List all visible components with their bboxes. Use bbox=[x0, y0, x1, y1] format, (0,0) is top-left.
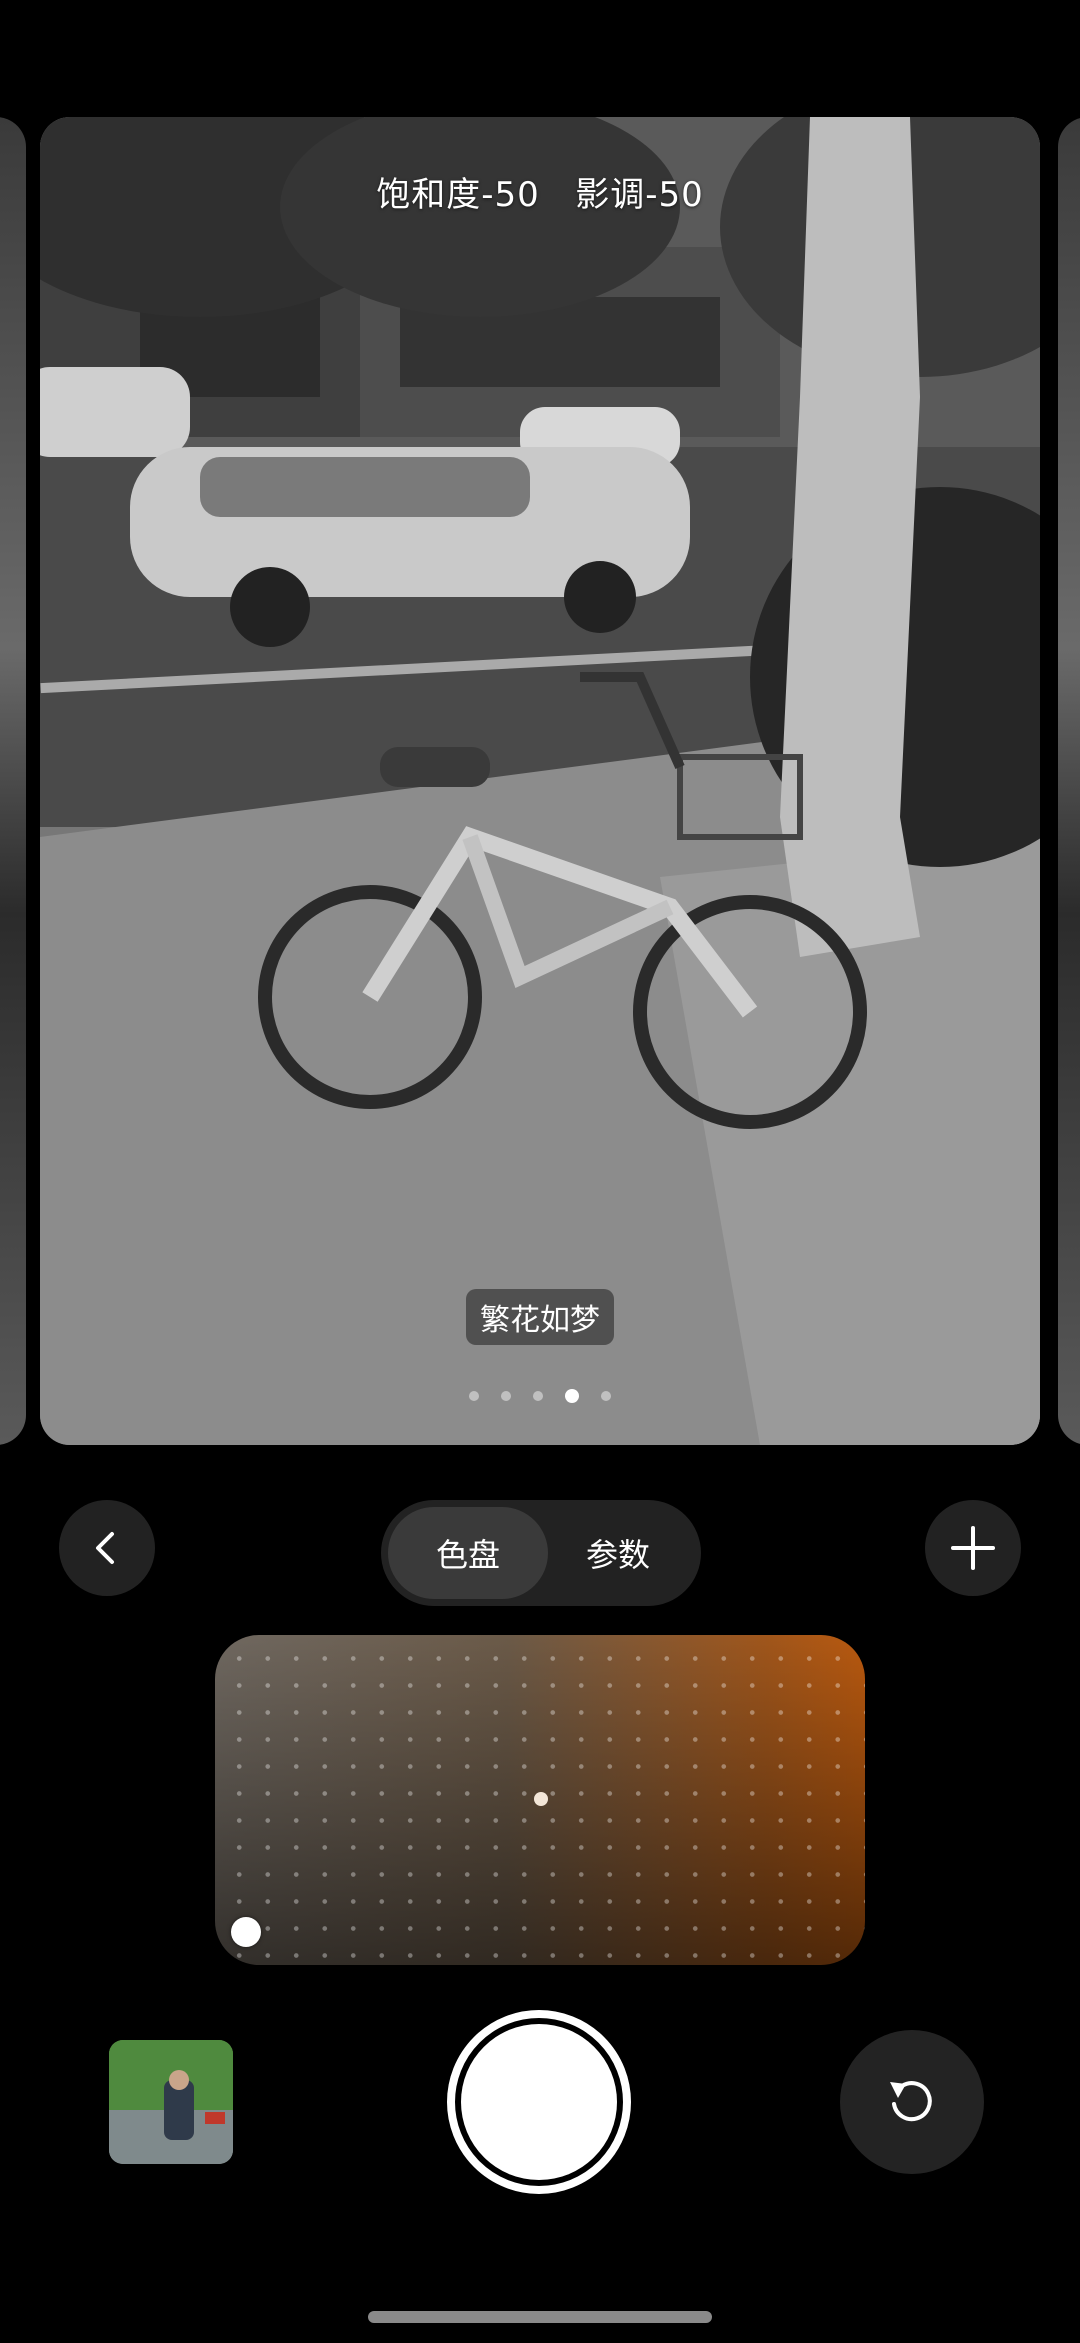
filter-name-label: 繁花如梦 bbox=[466, 1289, 614, 1345]
page-dot bbox=[533, 1391, 543, 1401]
mode-switch[interactable]: 色盘 参数 bbox=[381, 1500, 701, 1606]
home-indicator[interactable] bbox=[368, 2311, 712, 2323]
color-pad-handle[interactable] bbox=[231, 1917, 261, 1947]
tab-color-pad[interactable]: 色盘 bbox=[388, 1507, 548, 1599]
preview-photo bbox=[40, 117, 1040, 1445]
page-dot bbox=[469, 1391, 479, 1401]
color-pad[interactable] bbox=[215, 1635, 865, 1965]
back-button[interactable] bbox=[59, 1500, 155, 1596]
chevron-left-icon bbox=[96, 1532, 114, 1564]
gallery-thumbnail[interactable] bbox=[109, 2040, 233, 2164]
page-dot-active bbox=[565, 1389, 579, 1403]
color-pad-center-dot bbox=[534, 1792, 548, 1806]
next-filter-card[interactable] bbox=[1058, 117, 1080, 1445]
reset-button[interactable] bbox=[840, 2030, 984, 2174]
page-dot bbox=[501, 1391, 511, 1401]
camera-screen: 饱和度-50 影调-50 繁花如梦 色盘 参数 bbox=[0, 0, 1080, 2343]
shutter-inner bbox=[461, 2024, 617, 2180]
rotate-ccw-icon bbox=[890, 2081, 932, 2122]
add-button[interactable] bbox=[925, 1500, 1021, 1596]
shutter-button[interactable] bbox=[447, 2010, 631, 2194]
filter-page-indicator bbox=[40, 1389, 1040, 1403]
tab-parameters[interactable]: 参数 bbox=[538, 1507, 698, 1599]
gallery-photo bbox=[109, 2040, 233, 2164]
plus-icon bbox=[951, 1526, 995, 1570]
page-dot bbox=[601, 1391, 611, 1401]
filter-preview-card[interactable]: 饱和度-50 影调-50 繁花如梦 bbox=[40, 117, 1040, 1445]
previous-filter-card[interactable] bbox=[0, 117, 26, 1445]
adjustment-values: 饱和度-50 影调-50 bbox=[376, 175, 704, 215]
